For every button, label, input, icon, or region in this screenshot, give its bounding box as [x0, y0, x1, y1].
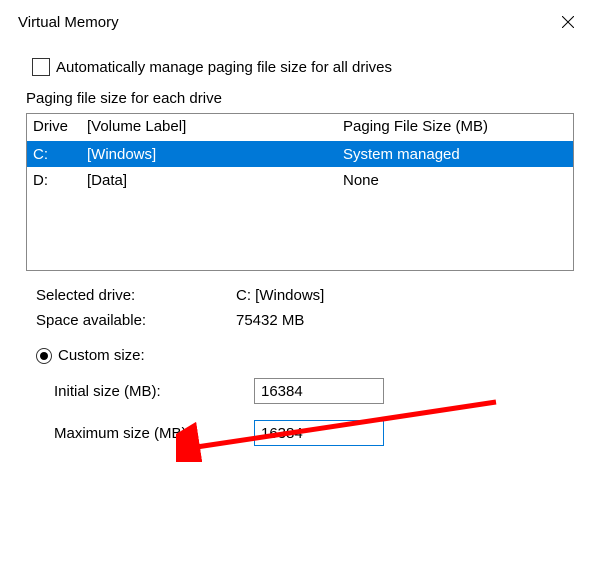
- drive-table-header: Drive [Volume Label] Paging File Size (M…: [27, 114, 573, 141]
- radio-dot-icon: [40, 352, 48, 360]
- header-drive: Drive: [33, 118, 87, 135]
- maximum-size-label: Maximum size (MB):: [54, 425, 254, 442]
- auto-manage-checkbox[interactable]: [32, 58, 50, 76]
- auto-manage-label: Automatically manage paging file size fo…: [56, 59, 392, 76]
- initial-size-row: Initial size (MB):: [26, 378, 574, 404]
- dialog-content: Automatically manage paging file size fo…: [0, 40, 600, 446]
- custom-size-label: Custom size:: [58, 347, 145, 364]
- drive-size: System managed: [343, 146, 573, 163]
- section-label: Paging file size for each drive: [26, 90, 574, 107]
- window-title: Virtual Memory: [18, 14, 119, 31]
- drive-label: [Windows]: [87, 146, 343, 163]
- drive-letter: D:: [33, 172, 87, 189]
- close-button[interactable]: [548, 7, 588, 37]
- drive-size: None: [343, 172, 573, 189]
- auto-manage-checkbox-row[interactable]: Automatically manage paging file size fo…: [26, 58, 574, 76]
- initial-size-label: Initial size (MB):: [54, 383, 254, 400]
- custom-size-radio-row[interactable]: Custom size:: [26, 347, 574, 364]
- drive-table: Drive [Volume Label] Paging File Size (M…: [26, 113, 574, 271]
- maximum-size-row: Maximum size (MB):: [26, 420, 574, 446]
- drive-row-c[interactable]: C: [Windows] System managed: [27, 141, 573, 167]
- drive-label: [Data]: [87, 172, 343, 189]
- header-size: Paging File Size (MB): [343, 118, 573, 135]
- maximum-size-input[interactable]: [254, 420, 384, 446]
- titlebar: Virtual Memory: [0, 0, 600, 40]
- drive-row-d[interactable]: D: [Data] None: [27, 167, 573, 193]
- header-volume: [Volume Label]: [87, 118, 343, 135]
- drive-rows: C: [Windows] System managed D: [Data] No…: [27, 141, 573, 193]
- initial-size-input[interactable]: [254, 378, 384, 404]
- selected-drive-value: C: [Windows]: [236, 287, 574, 304]
- drive-info: Selected drive: C: [Windows] Space avail…: [26, 287, 574, 329]
- close-icon: [562, 16, 574, 28]
- space-available-label: Space available:: [36, 312, 236, 329]
- space-available-value: 75432 MB: [236, 312, 574, 329]
- drive-letter: C:: [33, 146, 87, 163]
- custom-size-radio[interactable]: [36, 348, 52, 364]
- selected-drive-label: Selected drive:: [36, 287, 236, 304]
